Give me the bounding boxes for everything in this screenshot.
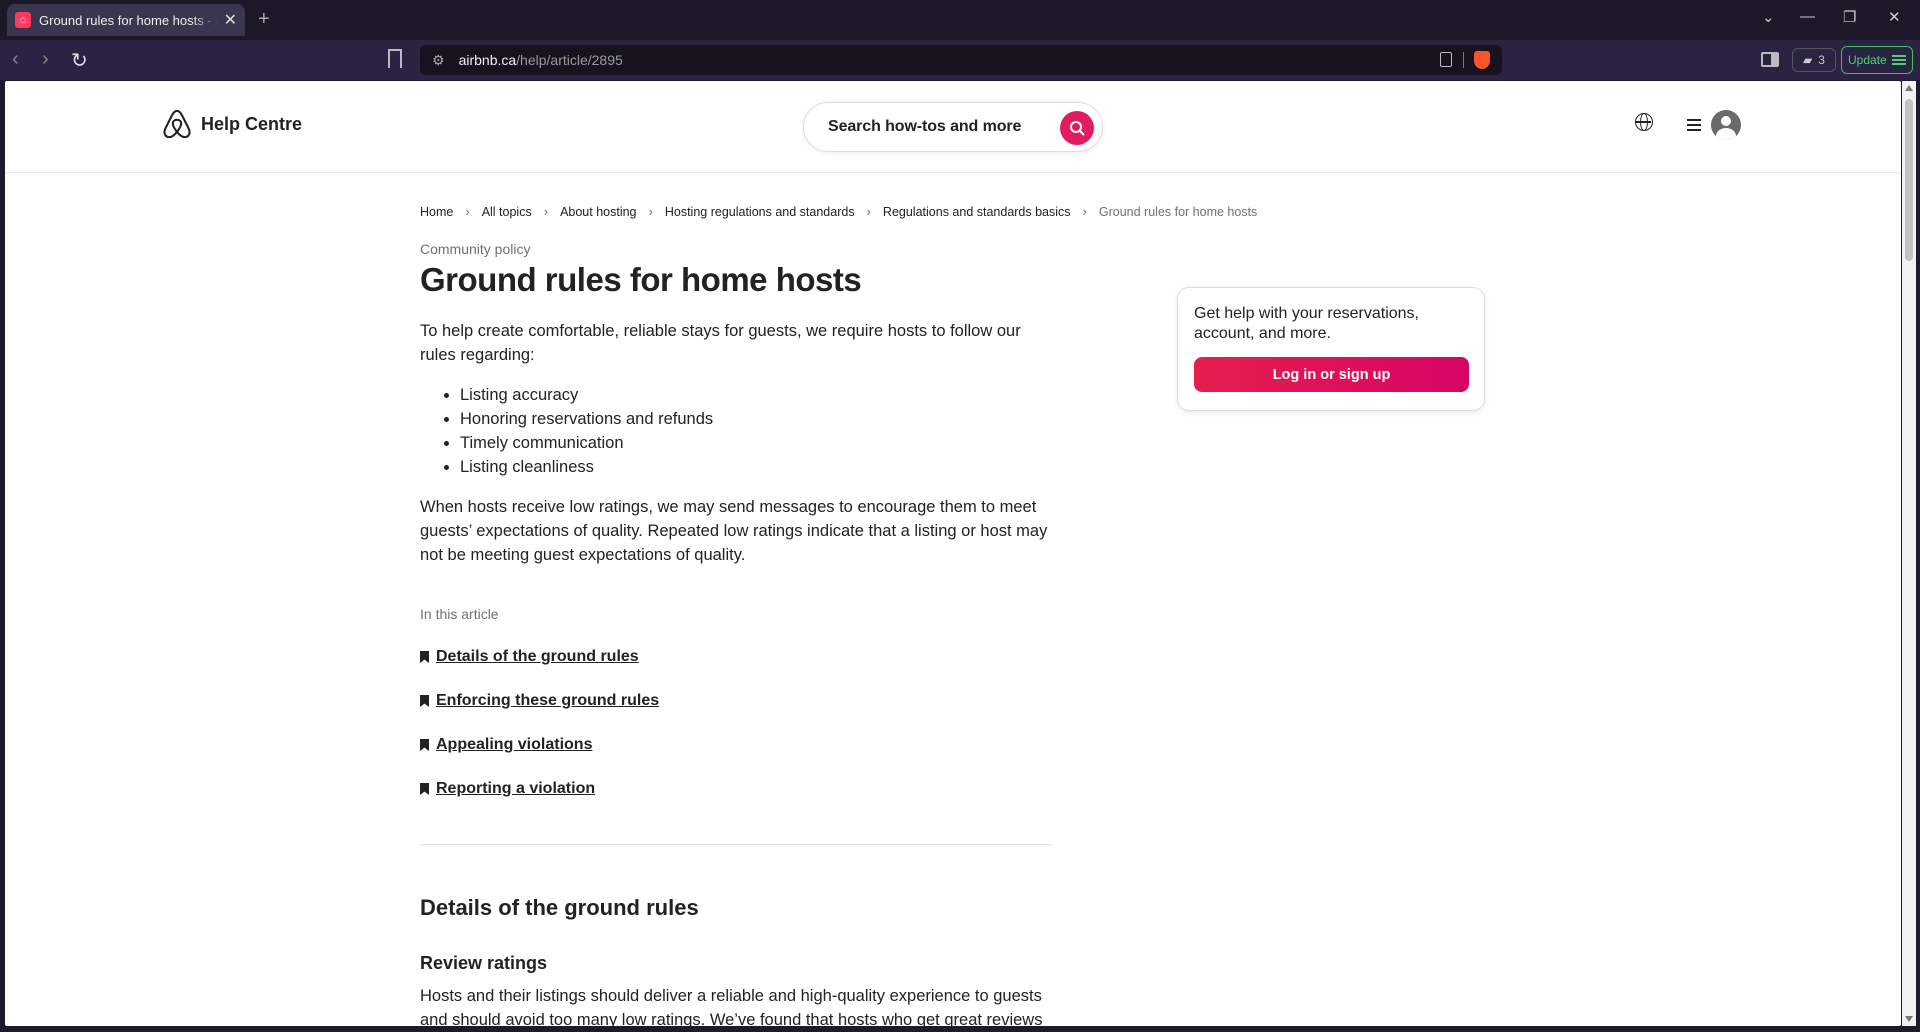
list-item: Timely communication <box>460 431 1060 455</box>
chevron-right-icon: › <box>1082 204 1087 219</box>
site-info-icon[interactable]: ⚙ <box>432 52 445 69</box>
close-window-icon[interactable]: ✕ <box>1888 8 1901 26</box>
page-scrollbar[interactable] <box>1902 81 1916 1026</box>
toc-link-reporting[interactable]: Reporting a violation <box>436 780 595 798</box>
list-item: Listing accuracy <box>460 383 1060 407</box>
update-button[interactable]: Update <box>1841 46 1913 74</box>
login-signup-button[interactable]: Log in or sign up <box>1194 357 1469 392</box>
toc-link-appealing[interactable]: Appealing violations <box>436 736 592 754</box>
scroll-down-icon[interactable] <box>1905 1016 1913 1022</box>
toc-item: Reporting a violation <box>420 767 1060 811</box>
search-placeholder: Search how-tos and more <box>828 118 1022 135</box>
wallet-button[interactable]: ▰ 3 <box>1792 48 1836 72</box>
tab-title: Ground rules for home hosts - Airbnb Hel… <box>39 12 218 28</box>
forward-icon[interactable]: › <box>42 48 49 71</box>
bookmark-icon <box>420 695 429 707</box>
breadcrumb-all-topics[interactable]: All topics <box>482 205 532 219</box>
help-card-text: Get help with your reservations, account… <box>1194 305 1419 342</box>
article-category: Community policy <box>420 241 531 257</box>
sidebar-toggle-icon[interactable] <box>1761 52 1779 67</box>
breadcrumb-current: Ground rules for home hosts <box>1098 204 1258 219</box>
tab-search-chevron-icon[interactable]: ⌄ <box>1762 8 1775 26</box>
close-tab-icon[interactable]: ✕ <box>224 10 237 30</box>
table-of-contents: Details of the ground rules Enforcing th… <box>420 635 1060 811</box>
bookmark-icon[interactable] <box>388 49 402 68</box>
scroll-up-icon[interactable] <box>1905 85 1913 91</box>
hamburger-icon <box>1687 119 1701 131</box>
new-tab-icon[interactable]: + <box>258 8 270 31</box>
help-card: Get help with your reservations, account… <box>1177 287 1485 411</box>
avatar <box>1711 110 1741 140</box>
address-bar[interactable]: ⚙ airbnb.ca /help/article/2895 <box>420 45 1502 75</box>
breadcrumb-regulations-basics[interactable]: Regulations and standards basics <box>883 205 1071 219</box>
menu-icon <box>1892 55 1906 65</box>
profile-menu-button[interactable] <box>1675 103 1745 147</box>
chevron-right-icon: › <box>866 204 871 219</box>
airbnb-logo-icon <box>163 109 191 139</box>
browser-tab[interactable]: ⌂ Ground rules for home hosts - Airbnb H… <box>7 4 245 36</box>
chevron-right-icon: › <box>543 204 549 219</box>
help-centre-logo[interactable]: Help Centre <box>162 108 302 140</box>
minimize-icon[interactable]: — <box>1800 8 1815 25</box>
search-bar[interactable]: Search how-tos and more <box>803 102 1103 152</box>
toc-link-details[interactable]: Details of the ground rules <box>436 648 639 666</box>
article: Community policy Ground rules for home h… <box>420 241 1060 1026</box>
wallet-icon: ▰ <box>1803 53 1813 67</box>
section-text: Hosts and their listings should deliver … <box>420 987 1043 1026</box>
url-host: airbnb.ca <box>458 52 517 68</box>
page-title: Ground rules for home hosts <box>420 261 862 298</box>
toc-item: Appealing violations <box>420 723 1060 767</box>
search-icon <box>1070 121 1085 136</box>
restore-icon[interactable]: ❐ <box>1843 8 1856 26</box>
bookmark-icon <box>420 783 429 795</box>
divider <box>420 844 1052 845</box>
tab-strip: ⌂ Ground rules for home hosts - Airbnb H… <box>0 0 1920 40</box>
bookmark-icon <box>420 739 429 751</box>
scroll-thumb[interactable] <box>1905 99 1913 261</box>
divider <box>1463 52 1464 68</box>
article-paragraph: When hosts receive low ratings, we may s… <box>420 498 1048 564</box>
reload-icon[interactable]: ↻ <box>71 48 88 73</box>
toc-link-enforcing[interactable]: Enforcing these ground rules <box>436 692 659 710</box>
language-globe-icon[interactable] <box>1635 113 1653 131</box>
toc-item: Enforcing these ground rules <box>420 679 1060 723</box>
toc-item: Details of the ground rules <box>420 635 1060 679</box>
article-intro: To help create comfortable, reliable sta… <box>420 322 1021 364</box>
url-path: /help/article/2895 <box>516 52 623 68</box>
brave-shields-icon[interactable] <box>1474 51 1490 69</box>
breadcrumb-home[interactable]: Home <box>420 205 453 219</box>
toc-heading: In this article <box>420 606 499 622</box>
reader-mode-icon[interactable] <box>1440 52 1452 67</box>
bookmark-icon <box>420 651 429 663</box>
breadcrumb: Home › All topics › About hosting › Host… <box>420 204 1257 219</box>
search-button[interactable] <box>1060 111 1094 145</box>
rules-list: Listing accuracy Honoring reservations a… <box>460 383 1060 479</box>
update-label: Update <box>1848 53 1887 67</box>
list-item: Listing cleanliness <box>460 455 1060 479</box>
brand-title: Help Centre <box>201 113 303 134</box>
list-item: Honoring reservations and refunds <box>460 407 1060 431</box>
breadcrumb-about-hosting[interactable]: About hosting <box>560 205 636 219</box>
chevron-right-icon: › <box>465 204 470 219</box>
section-title: Details of the ground rules <box>420 895 699 920</box>
breadcrumb-hosting-regulations[interactable]: Hosting regulations and standards <box>665 205 855 219</box>
page-viewport: Help Centre Search how-tos and more Home… <box>5 81 1901 1026</box>
subsection-title: Review ratings <box>420 953 548 973</box>
back-icon[interactable]: ‹ <box>12 48 19 71</box>
chevron-right-icon: › <box>648 204 653 219</box>
wallet-count: 3 <box>1818 53 1825 67</box>
navigation-toolbar: ‹ › ↻ ⚙ airbnb.ca /help/article/2895 ▰ 3… <box>0 40 1920 80</box>
site-header: Help Centre Search how-tos and more <box>5 81 1901 173</box>
airbnb-favicon-icon: ⌂ <box>15 12 31 28</box>
